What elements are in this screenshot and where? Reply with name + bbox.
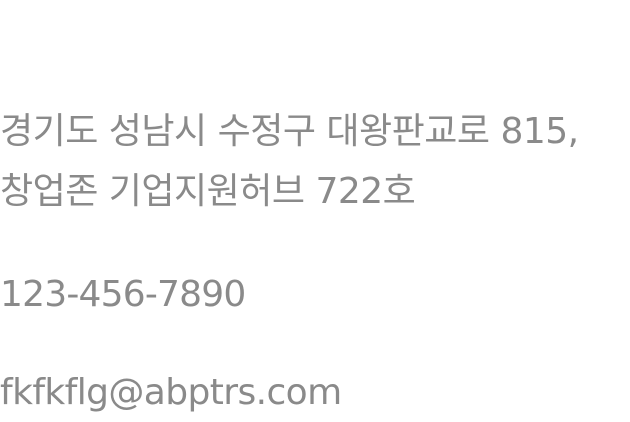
contact-info-page: 경기도 성남시 수정구 대왕판교로 815, 창업존 기업지원허브 722호 1… [0,0,630,422]
address-line-1: 경기도 성남시 수정구 대왕판교로 815, [0,111,579,152]
email-address: fkfkflg@abptrs.com [0,372,342,413]
address-line-2: 창업존 기업지원허브 722호 [0,171,416,212]
phone-number: 123-456-7890 [0,274,246,315]
